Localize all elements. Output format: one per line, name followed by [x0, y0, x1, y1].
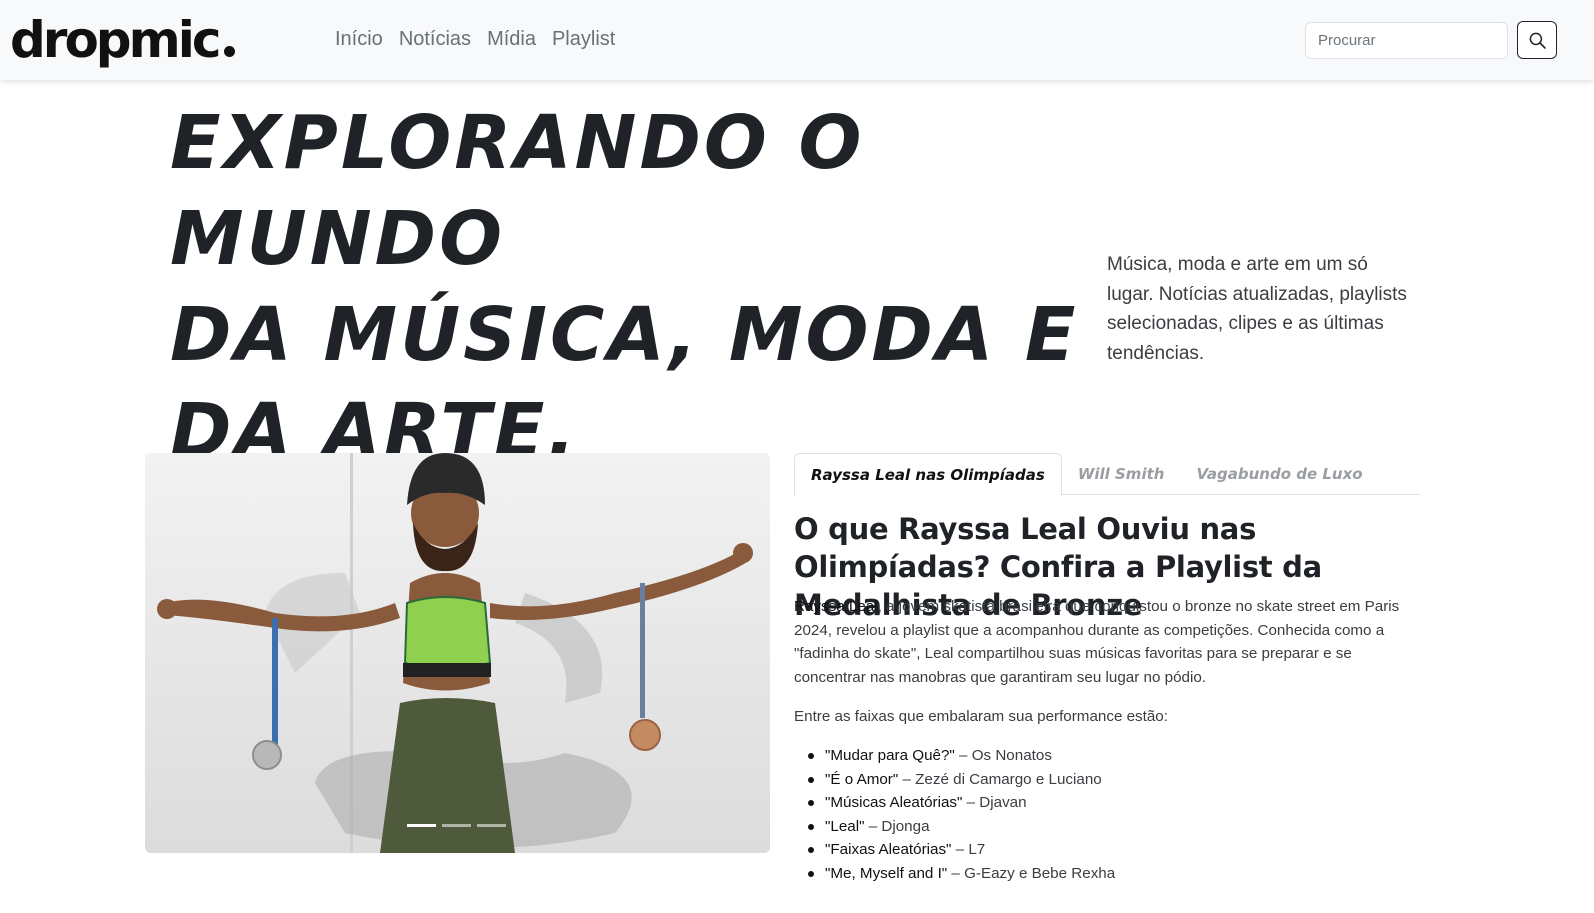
track-artist: – Zezé di Camargo e Luciano — [898, 770, 1102, 788]
track-list: "Mudar para Quê?" – Os Nonatos "É o Amor… — [808, 744, 1425, 886]
track-song: "Leal" — [825, 817, 865, 835]
nav-link-inicio[interactable]: Início — [335, 28, 383, 51]
search-button[interactable] — [1517, 21, 1557, 59]
article-paragraph-2: Entre as faixas que embalaram sua perfor… — [794, 708, 1168, 725]
nav-link-noticias[interactable]: Notícias — [399, 28, 471, 51]
logo-dot — [224, 46, 236, 57]
track-item: "Músicas Aleatórias" – Djavan — [808, 791, 1425, 815]
navbar: dropmic Início Notícias Mídia Playlist — [0, 0, 1594, 80]
track-item: "Faixas Aleatórias" – L7 — [808, 838, 1425, 862]
track-artist: – Djonga — [864, 817, 930, 835]
article-tabs: Rayssa Leal nas Olimpíadas Will Smith Va… — [794, 453, 1420, 496]
track-song: "É o Amor" — [825, 770, 899, 788]
hero-title: EXPLORANDO O MUNDO DA MÚSICA, MODA E DA … — [170, 95, 1110, 479]
search-icon — [1529, 32, 1546, 49]
article-subject-name: Rayssa Leal — [794, 598, 878, 615]
track-item: "Mudar para Quê?" – Os Nonatos — [808, 744, 1425, 768]
track-artist: – L7 — [951, 841, 986, 859]
carousel-indicators — [407, 824, 506, 827]
tab-rayssa-leal[interactable]: Rayssa Leal nas Olimpíadas — [794, 453, 1062, 496]
news-carousel[interactable] — [145, 453, 770, 853]
brand-logo[interactable]: dropmic — [10, 11, 236, 69]
main-nav: Início Notícias Mídia Playlist — [335, 28, 615, 51]
article-paragraph-1: Rayssa Leal, a jovem skatista brasileira… — [794, 595, 1414, 689]
carousel-indicator-3[interactable] — [477, 824, 506, 827]
carousel-image — [145, 453, 770, 853]
tab-vagabundo-de-luxo[interactable]: Vagabundo de Luxo — [1180, 453, 1378, 495]
nav-link-playlist[interactable]: Playlist — [552, 28, 615, 51]
carousel-indicator-2[interactable] — [442, 824, 471, 827]
track-artist: – G-Eazy e Bebe Rexha — [947, 864, 1116, 882]
article-paragraph-1-text: , a jovem skatista brasileira que conqui… — [794, 598, 1400, 686]
track-item: "É o Amor" – Zezé di Camargo e Luciano — [808, 768, 1425, 792]
track-item: "Leal" – Djonga — [808, 815, 1425, 839]
track-artist: – Djavan — [962, 794, 1027, 812]
tab-will-smith[interactable]: Will Smith — [1062, 453, 1181, 495]
nav-link-midia[interactable]: Mídia — [487, 28, 536, 51]
hero-lead: Música, moda e arte em um só lugar. Notí… — [1107, 254, 1407, 364]
track-song: "Mudar para Quê?" — [825, 747, 955, 764]
logo-text: dropmic — [10, 11, 221, 69]
track-artist: – Os Nonatos — [954, 747, 1052, 764]
hero-title-line-2: DA MÚSICA, MODA E — [170, 292, 1079, 378]
track-song: "Me, Myself and I" — [825, 864, 948, 882]
track-song: "Faixas Aleatórias" — [825, 841, 952, 859]
search-input[interactable] — [1305, 22, 1508, 59]
carousel-indicator-1[interactable] — [407, 824, 436, 827]
hero-title-line-1: EXPLORANDO O MUNDO — [170, 100, 865, 282]
track-song: "Músicas Aleatórias" — [825, 794, 963, 812]
track-item: "Me, Myself and I" – G-Eazy e Bebe Rexha — [808, 862, 1425, 886]
